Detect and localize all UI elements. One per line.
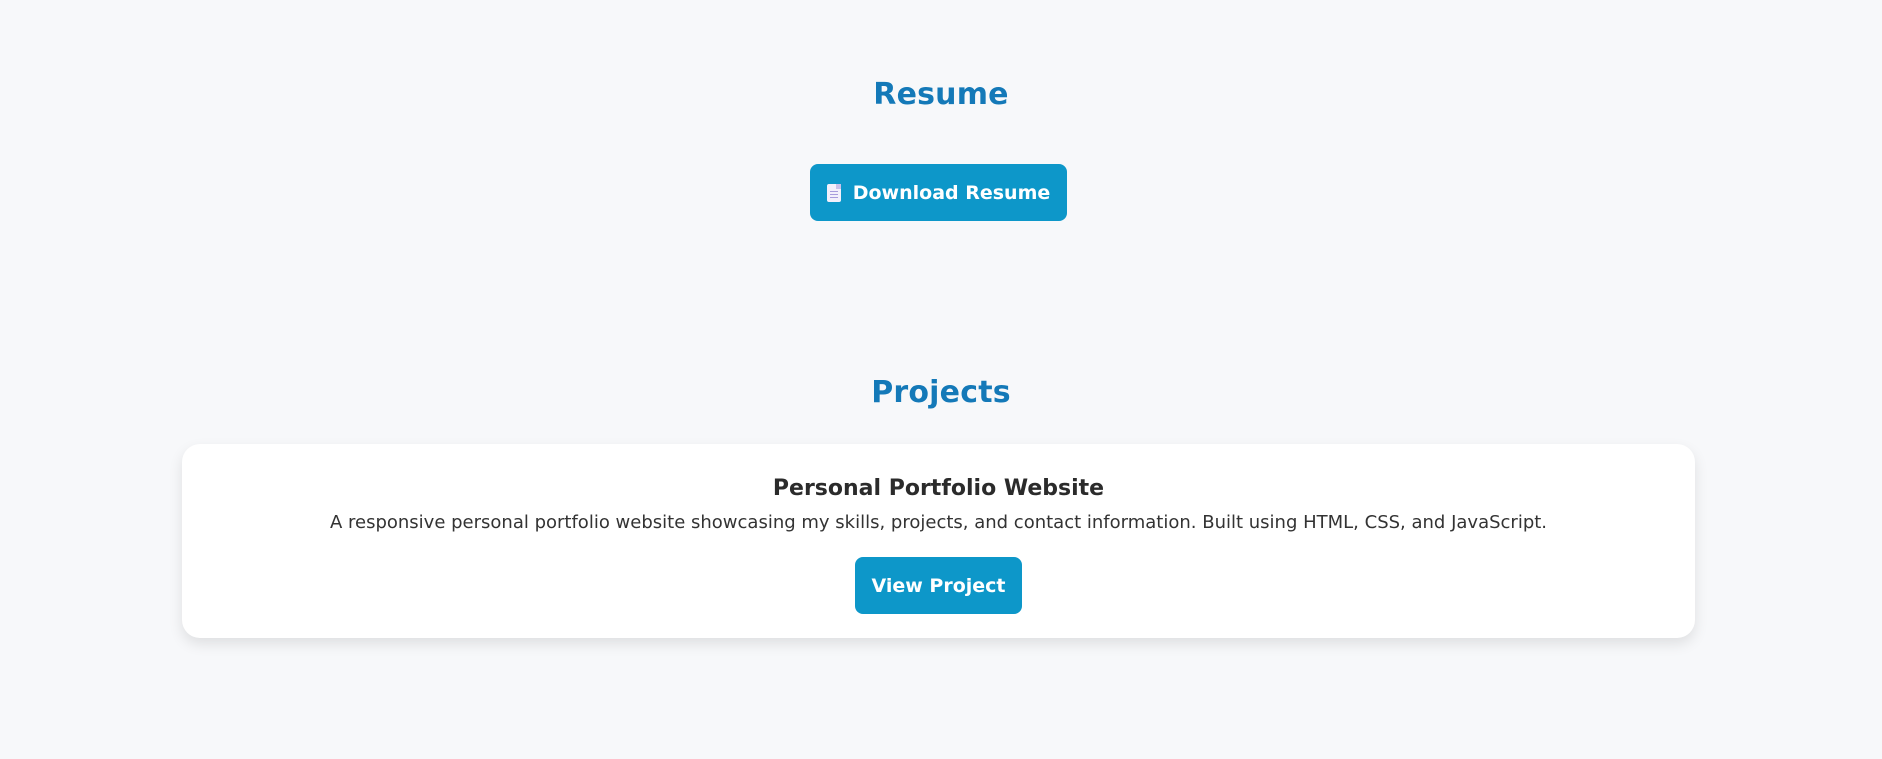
view-project-button[interactable]: View Project: [855, 557, 1022, 614]
page: Resume Download Resume Projects Personal…: [0, 0, 1882, 759]
download-resume-label: Download Resume: [852, 181, 1051, 204]
projects-heading: Projects: [871, 375, 1011, 410]
project-description: A responsive personal portfolio website …: [329, 512, 1548, 533]
download-resume-button[interactable]: Download Resume: [810, 164, 1067, 221]
document-icon: [826, 183, 841, 202]
project-title: Personal Portfolio Website: [772, 476, 1105, 501]
project-card: Personal Portfolio Website A responsive …: [182, 444, 1695, 638]
resume-heading: Resume: [873, 77, 1009, 112]
